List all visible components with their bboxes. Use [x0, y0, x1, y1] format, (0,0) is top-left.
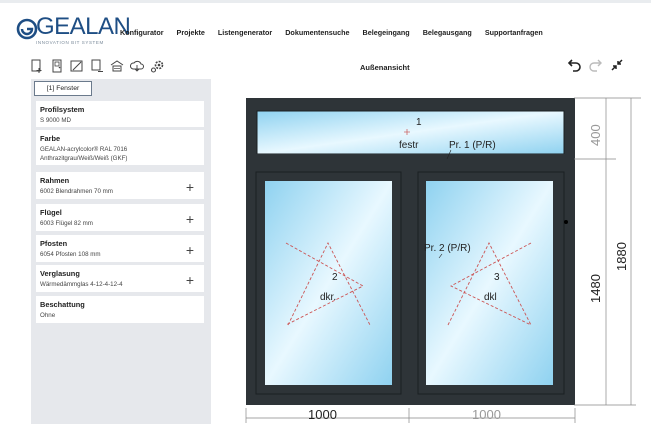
- door-icon[interactable]: [50, 59, 64, 73]
- height-bottom-label[interactable]: 1480: [588, 274, 603, 303]
- top-pane-number: 1: [416, 117, 422, 128]
- calculator-icon[interactable]: [110, 59, 124, 73]
- card-value: 6003 Flügel 82 mm: [40, 220, 93, 227]
- card-beschattung[interactable]: Beschattung Ohne: [36, 296, 204, 323]
- nav-konfigurator[interactable]: Konfigurator: [120, 28, 164, 40]
- collapse-icon[interactable]: [610, 58, 624, 72]
- history-controls: [566, 58, 624, 72]
- top-pane-label: festr: [399, 140, 419, 151]
- card-value: GEALAN-acrylcolor® RAL 7016: [40, 146, 128, 153]
- right-pane-label: dkl: [484, 292, 497, 303]
- top-divider: [0, 0, 651, 3]
- logo-tagline: INNOVATION BIT SYSTEM: [36, 40, 104, 45]
- add-pfosten-icon[interactable]: +: [186, 243, 194, 257]
- card-title: Pfosten: [40, 239, 68, 248]
- transom: [246, 154, 575, 164]
- card-title: Flügel: [40, 208, 62, 217]
- card-title: Verglasung: [40, 269, 80, 278]
- card-value: 6002 Blendrahmen 70 mm: [40, 188, 113, 195]
- main-nav: Konfigurator Projekte Listengenerator Do…: [120, 28, 556, 40]
- document-plus-icon[interactable]: [90, 59, 104, 73]
- undo-icon[interactable]: [566, 58, 582, 72]
- redo-icon[interactable]: [588, 58, 604, 72]
- gealan-logo[interactable]: GEALAN INNOVATION BIT SYSTEM: [16, 13, 131, 50]
- right-pane-glass[interactable]: [426, 181, 553, 385]
- view-title: Außenansicht: [360, 63, 410, 72]
- card-value: 6054 Pfosten 108 mm: [40, 251, 101, 258]
- card-title: Profilsystem: [40, 105, 85, 114]
- card-farbe[interactable]: Farbe GEALAN-acrylcolor® RAL 7016 Anthra…: [36, 130, 204, 165]
- card-value: Ohne: [40, 312, 56, 319]
- left-pane-glass[interactable]: [265, 181, 392, 385]
- nav-supportanfragen[interactable]: Supportanfragen: [485, 28, 543, 40]
- handle-icon: [564, 220, 568, 224]
- nav-listengenerator[interactable]: Listengenerator: [218, 28, 272, 40]
- width-left-label[interactable]: 1000: [308, 407, 337, 422]
- nav-projekte[interactable]: Projekte: [177, 28, 205, 40]
- card-value: Anthrazitgrau/Weiß/Weiß (GKF): [40, 155, 128, 162]
- width-dimension-ticks: [245, 408, 576, 423]
- window-drawing[interactable]: 1 festr Pr. 1 (P/R) 2 dkr. 3 dkl Pr. 2 (…: [236, 88, 646, 423]
- profile-2-label: Pr. 2 (P/R): [424, 243, 471, 254]
- add-verglasung-icon[interactable]: +: [186, 273, 194, 287]
- logo-mark-icon: [16, 18, 38, 40]
- card-verglasung[interactable]: Verglasung Wärmedämmglas 4-12-4-12-4 +: [36, 265, 204, 292]
- toolbar: [30, 59, 164, 73]
- nav-dokumentensuche[interactable]: Dokumentensuche: [285, 28, 349, 40]
- card-profilsystem[interactable]: Profilsystem S 9000 MD: [36, 101, 204, 127]
- card-title: Beschattung: [40, 300, 85, 309]
- new-element-icon[interactable]: [30, 59, 44, 73]
- right-pane-number: 3: [494, 272, 500, 283]
- height-top-label[interactable]: 400: [588, 124, 603, 146]
- tab-fenster[interactable]: [1] Fenster: [34, 81, 92, 96]
- nav-belegeingang[interactable]: Belegeingang: [363, 28, 410, 40]
- settings-icon[interactable]: [150, 59, 164, 73]
- card-value: S 9000 MD: [40, 117, 71, 124]
- width-right-label[interactable]: 1000: [472, 407, 501, 422]
- nav-belegausgang[interactable]: Belegausgang: [423, 28, 472, 40]
- height-total-label[interactable]: 1880: [614, 242, 629, 271]
- profile-1-label: Pr. 1 (P/R): [449, 140, 496, 151]
- cloud-icon[interactable]: [130, 59, 144, 73]
- card-rahmen[interactable]: Rahmen 6002 Blendrahmen 70 mm +: [36, 172, 204, 199]
- left-pane-number: 2: [332, 272, 338, 283]
- left-pane-label: dkr.: [320, 292, 336, 303]
- add-rahmen-icon[interactable]: +: [186, 180, 194, 194]
- card-title: Rahmen: [40, 176, 70, 185]
- card-pfosten[interactable]: Pfosten 6054 Pfosten 108 mm +: [36, 235, 204, 262]
- card-fluegel[interactable]: Flügel 6003 Flügel 82 mm +: [36, 204, 204, 231]
- card-value: Wärmedämmglas 4-12-4-12-4: [40, 281, 123, 288]
- logo-wordmark: GEALAN: [36, 13, 131, 40]
- card-title: Farbe: [40, 134, 61, 143]
- add-fluegel-icon[interactable]: +: [186, 212, 194, 226]
- edit-element-icon[interactable]: [70, 59, 84, 73]
